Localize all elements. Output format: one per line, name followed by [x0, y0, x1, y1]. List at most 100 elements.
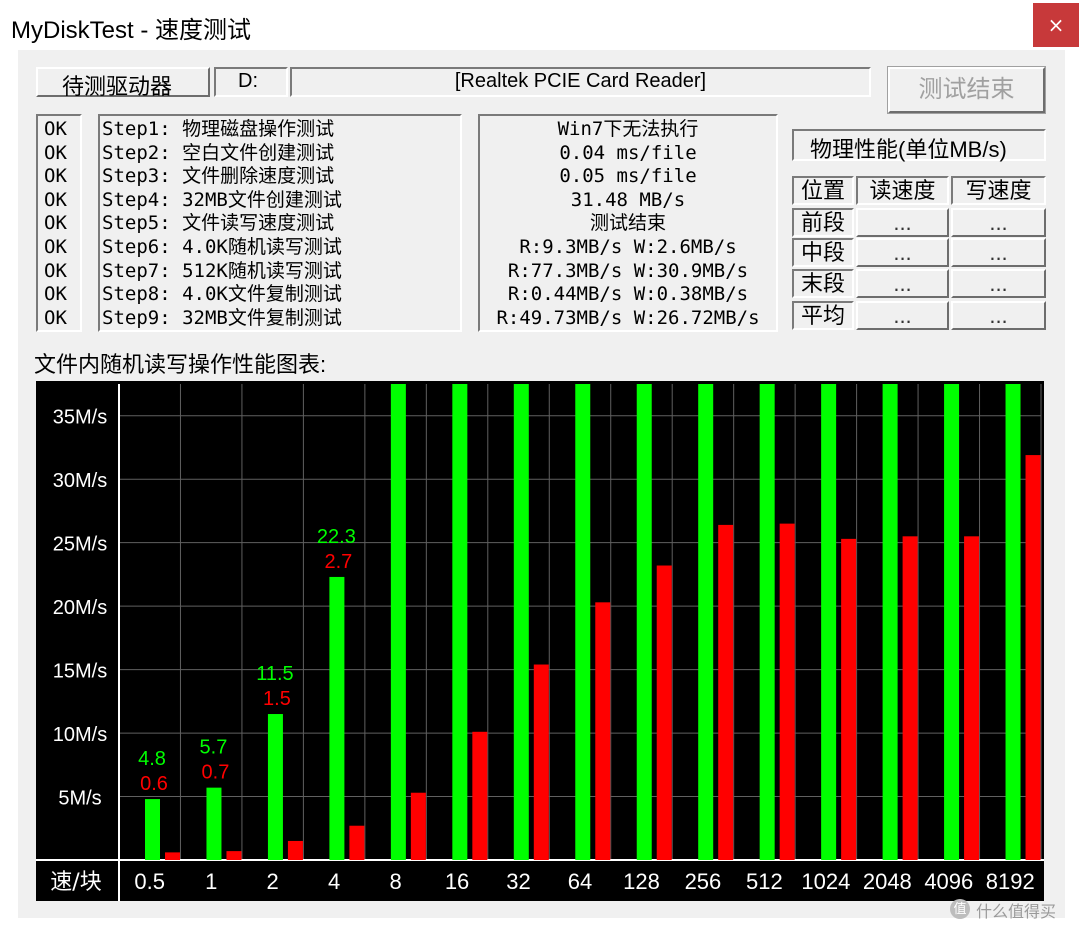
- read-bar: [390, 384, 406, 860]
- physical-read-value: ...: [856, 301, 949, 330]
- write-bar: [779, 523, 795, 860]
- y-tick-label: 10M/s: [53, 724, 107, 746]
- read-bar: [329, 576, 345, 860]
- write-bar: [656, 565, 672, 860]
- physical-header: 位置: [792, 176, 854, 205]
- physical-title: 物理性能(单位MB/s): [810, 137, 1007, 162]
- title-bar[interactable]: MyDiskTest - 速度测试 ×: [0, 0, 1080, 50]
- read-bar: [145, 799, 160, 860]
- step-status: OK: [44, 212, 67, 235]
- step-name: Step6: 4.0K随机读写测试: [102, 235, 342, 258]
- step-name: Step5: 文件读写速度测试: [102, 212, 335, 235]
- write-bar: [165, 852, 180, 860]
- read-bar: [944, 384, 960, 860]
- x-tick-label: 8192: [986, 869, 1035, 894]
- step-status: OK: [44, 188, 67, 211]
- physical-write-value: ...: [951, 269, 1046, 298]
- physical-write-value: ...: [951, 301, 1046, 330]
- read-bar: [882, 384, 898, 860]
- app-window: MyDiskTest - 速度测试 × 待测驱动器 D: [Realtek PC…: [0, 0, 1080, 933]
- physical-row-label: 中段: [792, 238, 854, 267]
- speed-chart: 5M/s 10M/s 15M/s 20M/s 25M/s 30M/s 35M/s 速/块 0.5…: [36, 381, 1044, 901]
- y-tick-label: 20M/s: [53, 597, 107, 619]
- x-tick-label: 4096: [924, 869, 973, 894]
- write-data-label: 0.7: [202, 762, 230, 784]
- read-bar: [206, 787, 222, 860]
- drive-letter-box: D:: [214, 67, 288, 97]
- write-bar: [902, 536, 918, 860]
- close-button[interactable]: ×: [1033, 3, 1079, 47]
- physical-row-label: 前段: [792, 208, 854, 237]
- watermark-text: 什么值得买: [976, 904, 1057, 921]
- drive-label: 待测驱动器: [62, 74, 173, 99]
- results-box: Win7下无法执行 0.04 ms/file 0.05 ms/file 31.48 M…: [478, 114, 778, 332]
- read-bar: [267, 714, 283, 860]
- read-bar: [821, 384, 837, 860]
- read-bar: [1005, 384, 1021, 860]
- physical-title-box: 物理性能(单位MB/s): [792, 129, 1046, 162]
- step-name: Step7: 512K随机读写测试: [102, 259, 342, 282]
- write-bar: [472, 731, 488, 860]
- x-tick-label: 256: [685, 869, 722, 894]
- step-status: OK: [44, 165, 67, 188]
- x-tick-label: 32: [506, 869, 530, 894]
- x-tick-label: 1024: [801, 869, 850, 894]
- step-result: R:49.73MB/s W:26.72MB/s: [496, 306, 760, 329]
- write-bar: [287, 840, 303, 860]
- read-bar: [636, 384, 652, 860]
- write-bar: [841, 538, 857, 860]
- step-name: Step2: 空白文件创建测试: [102, 141, 335, 164]
- x-tick-label: 512: [746, 869, 783, 894]
- step-status: OK: [44, 259, 67, 282]
- write-data-label: 2.7: [324, 551, 352, 573]
- x-tick-label: 64: [568, 869, 592, 894]
- step-status: OK: [44, 235, 67, 258]
- step-result: 0.04 ms/file: [559, 141, 697, 164]
- read-data-label: 11.5: [256, 663, 293, 685]
- step-status: OK: [44, 283, 67, 306]
- y-tick-label: 15M/s: [53, 661, 107, 683]
- step-name: Step4: 32MB文件创建测试: [102, 188, 342, 211]
- write-bar: [349, 825, 365, 860]
- read-bar: [698, 384, 714, 860]
- read-bar: [513, 384, 529, 860]
- read-bar: [575, 384, 591, 860]
- drive-name: [Realtek PCIE Card Reader]: [454, 70, 707, 92]
- step-result: 31.48 MB/s: [570, 188, 686, 211]
- y-tick-label: 25M/s: [53, 534, 107, 556]
- physical-header: 读速度: [856, 176, 949, 205]
- step-result: R:9.3MB/s W:2.6MB/s: [519, 235, 737, 258]
- write-bar: [226, 851, 242, 860]
- physical-read-value: ...: [856, 208, 949, 237]
- x-axis-label: 速/块: [50, 870, 101, 895]
- read-data-label: 22.3: [317, 526, 356, 548]
- write-data-label: 1.5: [263, 688, 291, 710]
- step-name: Step1: 物理磁盘操作测试: [102, 118, 335, 140]
- x-tick-label: 0.5: [134, 869, 165, 894]
- physical-write-value: ...: [951, 238, 1046, 267]
- end-test-button[interactable]: 测试结束: [887, 66, 1046, 114]
- drive-name-box: [Realtek PCIE Card Reader]: [290, 67, 871, 97]
- y-tick-label: 35M/s: [53, 407, 107, 429]
- write-bar: [410, 792, 426, 860]
- read-data-label: 4.8: [138, 748, 166, 770]
- drive-letter: D:: [238, 70, 258, 92]
- physical-row-label: 平均: [792, 301, 854, 330]
- read-bar: [452, 384, 468, 860]
- step-result: R:77.3MB/s W:30.9MB/s: [507, 259, 749, 282]
- step-result: R:0.44MB/s W:0.38MB/s: [507, 283, 749, 306]
- x-tick-label: 2: [267, 869, 279, 894]
- x-tick-label: 4: [328, 869, 340, 894]
- status-column: OK OK OK OK OK OK OK OK OK: [36, 114, 82, 332]
- y-tick-label: 30M/s: [53, 470, 107, 492]
- y-tick-label: 5M/s: [58, 788, 101, 810]
- step-list: Step1: 物理磁盘操作测试 Step2: 空白文件创建测试 Step3: 文件删…: [102, 118, 342, 330]
- write-bar: [964, 536, 980, 860]
- result-list: Win7下无法执行 0.04 ms/file 0.05 ms/file 31.48 M…: [480, 118, 776, 330]
- step-result: 0.05 ms/file: [559, 165, 697, 188]
- status-list: OK OK OK OK OK OK OK OK OK: [44, 118, 67, 330]
- step-status: OK: [44, 141, 67, 164]
- step-result: Win7下无法执行: [557, 118, 699, 140]
- physical-write-value: ...: [951, 208, 1046, 237]
- step-name: Step8: 4.0K文件复制测试: [102, 283, 342, 306]
